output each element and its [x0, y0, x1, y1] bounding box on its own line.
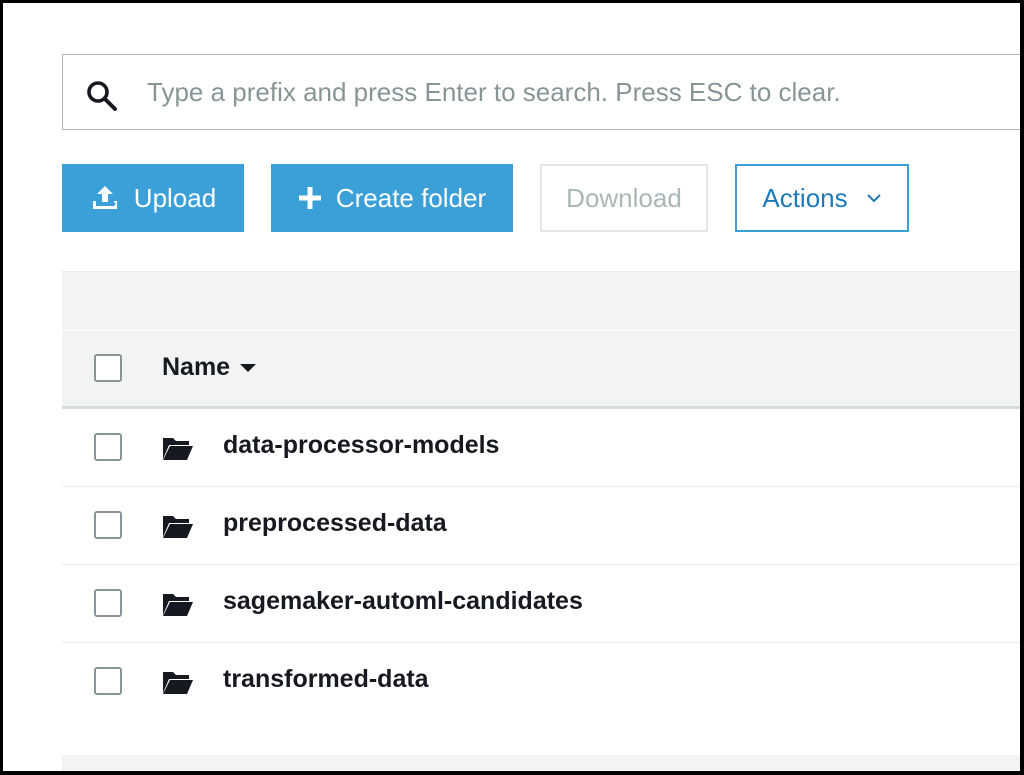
upload-icon	[90, 183, 120, 213]
folder-name-link[interactable]: data-processor-models	[223, 431, 499, 460]
row-checkbox[interactable]	[94, 667, 122, 695]
folder-icon	[163, 516, 193, 538]
column-header-name[interactable]: Name	[162, 353, 257, 382]
actions-label: Actions	[762, 182, 848, 213]
folder-icon	[163, 672, 193, 694]
row-checkbox[interactable]	[94, 433, 122, 461]
table-header: Name	[62, 331, 1020, 409]
folder-name-link[interactable]: transformed-data	[223, 665, 429, 694]
table-row[interactable]: sagemaker-automl-candidates	[62, 565, 1020, 643]
folder-name-link[interactable]: sagemaker-automl-candidates	[223, 587, 583, 616]
search-icon	[87, 81, 117, 111]
upload-label: Upload	[133, 182, 217, 213]
row-checkbox[interactable]	[94, 589, 122, 617]
search-bar[interactable]	[62, 54, 1020, 130]
table-toolbar-band	[62, 271, 1020, 330]
create-folder-button[interactable]: Create folder	[271, 164, 513, 232]
chevron-down-icon	[866, 193, 882, 203]
table-row[interactable]: preprocessed-data	[62, 487, 1020, 565]
folder-name-link[interactable]: preprocessed-data	[223, 509, 447, 538]
s3-browser-panel: Upload Create folder Download Actions Na…	[0, 0, 1024, 775]
sort-descending-icon	[239, 363, 257, 373]
table-row[interactable]: data-processor-models	[62, 409, 1020, 487]
column-header-label: Name	[162, 353, 231, 381]
table-footer-band	[62, 755, 1020, 771]
download-label: Download	[566, 182, 682, 213]
plus-icon	[298, 186, 322, 210]
upload-button[interactable]: Upload	[62, 164, 244, 232]
create-folder-label: Create folder	[335, 182, 487, 213]
actions-dropdown[interactable]: Actions	[735, 164, 909, 232]
select-all-checkbox[interactable]	[94, 354, 122, 382]
row-checkbox[interactable]	[94, 511, 122, 539]
table-row[interactable]: transformed-data	[62, 643, 1020, 721]
search-input[interactable]	[147, 55, 1020, 129]
folder-icon	[163, 438, 193, 460]
download-button[interactable]: Download	[540, 164, 708, 232]
folder-icon	[163, 594, 193, 616]
